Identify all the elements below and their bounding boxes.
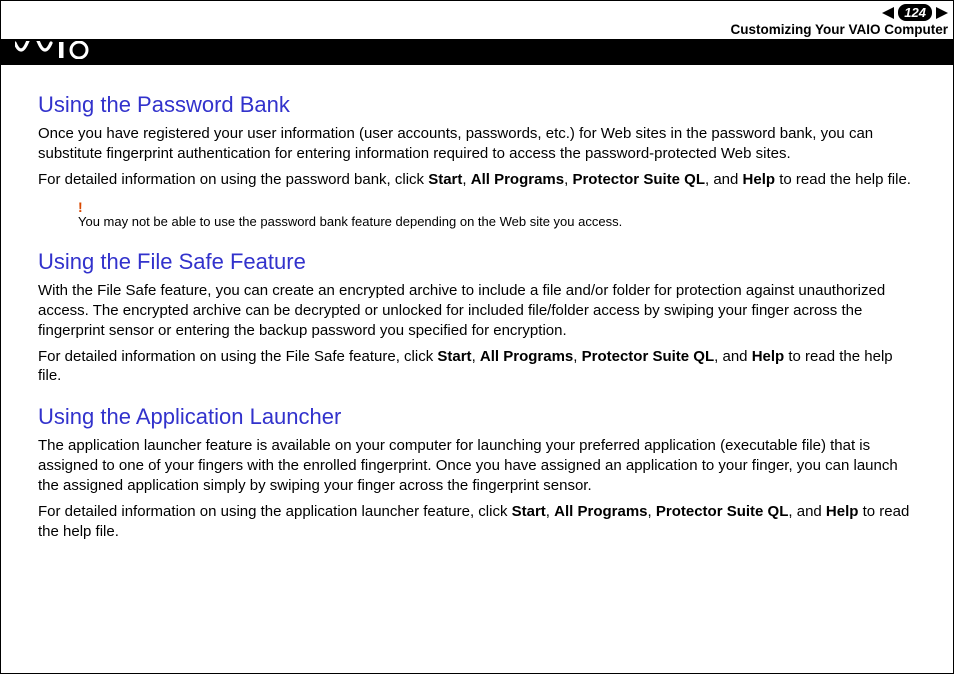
- warning-icon: !: [78, 200, 918, 214]
- ui-path-help: Help: [826, 503, 859, 520]
- ui-path-protector-suite: Protector Suite QL: [656, 503, 789, 520]
- text-run: ,: [573, 348, 581, 365]
- body-text: For detailed information on using the ap…: [38, 502, 918, 542]
- ui-path-start: Start: [512, 503, 546, 520]
- header-black-band: [1, 39, 953, 65]
- next-page-arrow-icon[interactable]: [936, 7, 948, 19]
- page-nav-row: 124: [882, 4, 948, 21]
- text-run: , and: [705, 171, 743, 188]
- warning-text: You may not be able to use the password …: [78, 214, 918, 231]
- body-text: With the File Safe feature, you can crea…: [38, 281, 918, 341]
- text-run: For detailed information on using the pa…: [38, 171, 428, 188]
- body-text: For detailed information on using the Fi…: [38, 347, 918, 387]
- heading-application-launcher: Using the Application Launcher: [38, 404, 918, 430]
- ui-path-help: Help: [752, 348, 785, 365]
- ui-path-help: Help: [743, 171, 776, 188]
- text-run: For detailed information on using the Fi…: [38, 348, 437, 365]
- ui-path-start: Start: [437, 348, 471, 365]
- vaio-logo: [15, 41, 107, 64]
- text-run: ,: [462, 171, 470, 188]
- ui-path-all-programs: All Programs: [480, 348, 573, 365]
- text-run: ,: [546, 503, 554, 520]
- heading-password-bank: Using the Password Bank: [38, 92, 918, 118]
- warning-note: ! You may not be able to use the passwor…: [78, 200, 918, 231]
- text-run: ,: [648, 503, 656, 520]
- body-text: Once you have registered your user infor…: [38, 124, 918, 164]
- prev-page-arrow-icon[interactable]: [882, 7, 894, 19]
- text-run: , and: [788, 503, 826, 520]
- ui-path-protector-suite: Protector Suite QL: [582, 348, 715, 365]
- ui-path-protector-suite: Protector Suite QL: [572, 171, 705, 188]
- body-text: The application launcher feature is avai…: [38, 436, 918, 496]
- ui-path-all-programs: All Programs: [554, 503, 647, 520]
- page-number-badge: 124: [898, 4, 932, 21]
- ui-path-start: Start: [428, 171, 462, 188]
- text-run: For detailed information on using the ap…: [38, 503, 512, 520]
- heading-file-safe: Using the File Safe Feature: [38, 249, 918, 275]
- text-run: to read the help file.: [775, 171, 911, 188]
- page-content: Using the Password Bank Once you have re…: [38, 92, 918, 548]
- text-run: , and: [714, 348, 752, 365]
- ui-path-all-programs: All Programs: [471, 171, 564, 188]
- text-run: ,: [472, 348, 480, 365]
- body-text: For detailed information on using the pa…: [38, 170, 918, 190]
- header-section-title: Customizing Your VAIO Computer: [730, 22, 948, 37]
